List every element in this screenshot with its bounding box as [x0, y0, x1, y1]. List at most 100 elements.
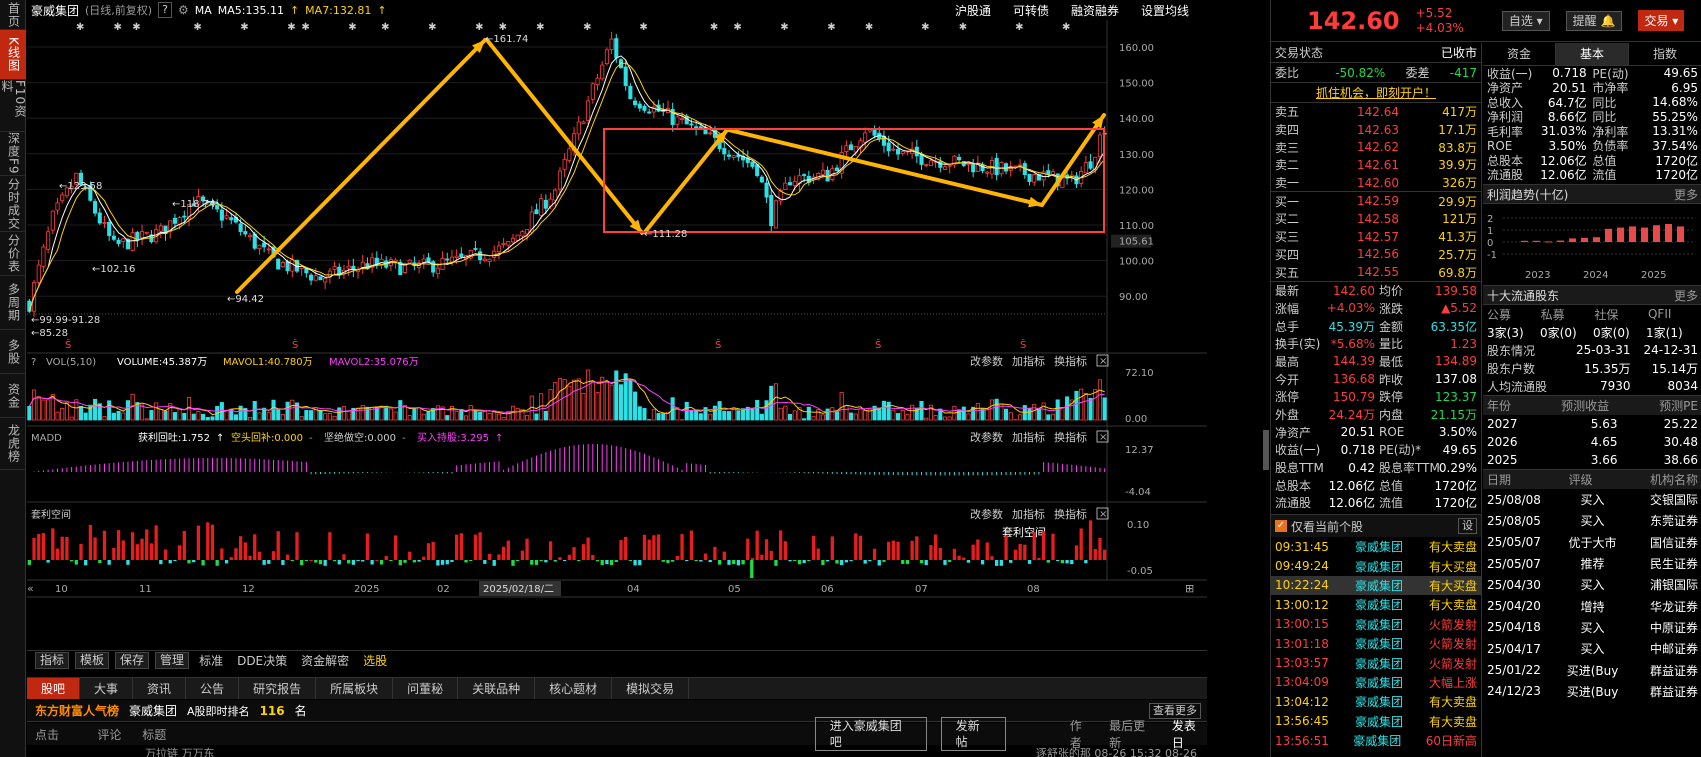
ticker-row[interactable]: 13:00:12 豪威集团 有大卖盘 — [1271, 595, 1481, 614]
nav-item-6[interactable]: 多周期 — [0, 276, 26, 330]
bid-row[interactable]: 买一 142.59 29.9万 — [1271, 192, 1481, 210]
event-marker[interactable]: Ŝ — [715, 338, 721, 351]
splitter-handle[interactable] — [1263, 430, 1269, 470]
fund-tab-0[interactable]: 资金 — [1483, 43, 1556, 65]
nav-item-2[interactable]: F10资料 — [0, 80, 27, 132]
arb_head-action-2[interactable]: 换指标 — [1054, 507, 1087, 521]
tab-7[interactable]: 关联品种 — [458, 678, 536, 699]
bid-row[interactable]: 买四 142.56 25.7万 — [1271, 246, 1481, 264]
expand-icon[interactable]: ⊞ — [1185, 582, 1194, 595]
nav-item-8[interactable]: 资金 — [0, 374, 26, 418]
toolbar-button-2[interactable]: 保存 — [115, 652, 150, 669]
post-row[interactable]: 万拉链 万万东 逐舒张的那 08-26 15:32 08-26 — [27, 745, 1207, 757]
toolbar-link-2[interactable]: 资金解密 — [297, 652, 353, 669]
madd_head-action-2[interactable]: 换指标 — [1054, 430, 1087, 444]
madd-pane[interactable] — [29, 444, 1106, 476]
event-marker[interactable]: Ŝ — [1020, 338, 1026, 351]
price-pane[interactable]: ✱ ✱ ✱ ✱ ✱ ✱ ✱ ✱ ✱ ✱ ✱ ✱ ✱ ✱ ✱ ✱ ✱ ✱ ✱ ✱ ✱ ✱ ✱ ✱←161.74←123.58←1… — [27, 22, 1107, 339]
arb_head-action-0[interactable]: 改参数 — [970, 507, 1003, 521]
close-icon[interactable]: × — [1099, 356, 1107, 367]
toolbar-link-0[interactable]: 标准 — [195, 652, 227, 669]
post-title[interactable]: 万拉链 万万东 — [145, 745, 215, 757]
ticker-row[interactable]: 13:00:15 豪威集团 火箭发射 — [1271, 615, 1481, 634]
trade-button[interactable]: 交易 ▾ — [1638, 10, 1685, 31]
rating-row[interactable]: 25/08/05 买入 东莞证券 — [1483, 510, 1701, 531]
header-link-0[interactable]: 沪股通 — [955, 2, 991, 19]
tab-3[interactable]: 公告 — [186, 678, 240, 699]
close-icon[interactable]: × — [1099, 432, 1107, 443]
ticker-row[interactable]: 13:04:12 豪威集团 有大卖盘 — [1271, 692, 1481, 711]
open-account-promo[interactable]: 抓住机会，即刻开户！ — [1271, 83, 1481, 103]
vol_head-action-1[interactable]: 加指标 — [1012, 354, 1045, 368]
tab-8[interactable]: 核心题材 — [535, 678, 613, 699]
ticker-row[interactable]: 09:49:24 豪威集团 有大买盘 — [1271, 556, 1481, 575]
event-marker[interactable]: Ŝ — [875, 338, 881, 351]
tab-1[interactable]: 大事 — [80, 678, 134, 699]
hot-stock[interactable]: 豪威集团 — [129, 702, 177, 719]
tab-2[interactable]: 资讯 — [133, 678, 187, 699]
toolbar-link-3[interactable]: 选股 — [359, 652, 391, 669]
ask-row[interactable]: 卖四 142.63 17.1万 — [1271, 121, 1481, 139]
vol_head-action-0[interactable]: 改参数 — [970, 354, 1003, 368]
checkbox-icon[interactable]: ✓ — [1275, 520, 1287, 532]
remind-button[interactable]: 提醒 🔔 — [1565, 10, 1623, 31]
toolbar-button-0[interactable]: 指标 — [35, 652, 70, 669]
kline-chart[interactable]: ✱ ✱ ✱ ✱ ✱ ✱ ✱ ✱ ✱ ✱ ✱ ✱ ✱ ✱ ✱ ✱ ✱ ✱ ✱ ✱ ✱ ✱ ✱ ✱←161.74←123.58←1… — [27, 20, 1207, 650]
nav-item-0[interactable]: 首页 — [0, 0, 26, 30]
fund-tab-1[interactable]: 基本 — [1556, 43, 1629, 65]
stock-name[interactable]: 豪威集团 — [31, 2, 79, 19]
bid-row[interactable]: 买二 142.58 121万 — [1271, 210, 1481, 228]
tab-6[interactable]: 问董秘 — [393, 678, 459, 699]
header-link-1[interactable]: 可转债 — [1013, 2, 1049, 19]
nav-item-3[interactable]: 深度F9 — [0, 132, 26, 176]
rating-row[interactable]: 25/04/18 买入 中原证券 — [1483, 617, 1701, 638]
rating-row[interactable]: 25/04/30 买入 浦银国际 — [1483, 574, 1701, 595]
event-marker[interactable]: Ŝ — [292, 338, 298, 351]
tab-9[interactable]: 模拟交易 — [612, 678, 690, 699]
ask-row[interactable]: 卖五 142.64 417万 — [1271, 103, 1481, 121]
header-link-3[interactable]: 设置均线 — [1141, 2, 1189, 19]
rating-row[interactable]: 25/04/20 增持 华龙证券 — [1483, 595, 1701, 616]
toolbar-button-3[interactable]: 管理 — [155, 652, 190, 669]
profit-more-link[interactable]: 更多 — [1674, 186, 1698, 203]
holders-more-link[interactable]: 更多 — [1674, 287, 1698, 304]
rating-row[interactable]: 25/04/17 买入 中邮证券 — [1483, 638, 1701, 659]
scroll-left-icon[interactable]: « — [27, 582, 34, 595]
close-icon[interactable]: × — [1099, 509, 1107, 520]
ask-row[interactable]: 卖一 142.60 326万 — [1271, 174, 1481, 192]
ticker-row[interactable]: 13:01:18 豪威集团 火箭发射 — [1271, 634, 1481, 653]
ask-row[interactable]: 卖二 142.61 39.9万 — [1271, 156, 1481, 174]
ticker-row[interactable]: 13:56:45 豪威集团 有大卖盘 — [1271, 712, 1481, 731]
ticker-row[interactable]: 13:04:09 豪威集团 大幅上涨 — [1271, 673, 1481, 692]
ticker-row[interactable]: 13:56:51 豪威集团 60日新高 — [1271, 731, 1481, 750]
vol_head-action-2[interactable]: 换指标 — [1054, 354, 1087, 368]
settings-button[interactable]: 设 — [1458, 518, 1477, 534]
arb_head-action-1[interactable]: 加指标 — [1012, 507, 1045, 521]
tab-4[interactable]: 研究报告 — [239, 678, 317, 699]
rating-row[interactable]: 25/08/08 买入 交银国际 — [1483, 489, 1701, 510]
rating-row[interactable]: 25/01/22 买进(Buy 群益证券 — [1483, 659, 1701, 680]
nav-item-5[interactable]: 分价表 — [0, 232, 26, 276]
only-current-checkbox[interactable]: ✓ 仅看当前个股 — [1275, 518, 1363, 535]
rating-row[interactable]: 24/12/23 买进(Buy 群益证券 — [1483, 681, 1701, 702]
hot-title[interactable]: 东方财富人气榜 — [35, 702, 119, 719]
bid-row[interactable]: 买三 142.57 41.3万 — [1271, 228, 1481, 246]
gear-icon[interactable]: ⚙ — [178, 3, 189, 17]
ticker-row[interactable]: 10:22:24 豪威集团 有大买盘 — [1271, 575, 1481, 596]
nav-item-4[interactable]: 分时成交 — [0, 176, 26, 232]
toolbar-button-1[interactable]: 模板 — [75, 652, 110, 669]
rating-row[interactable]: 25/05/07 优于大市 国信证券 — [1483, 532, 1701, 553]
header-link-2[interactable]: 融资融券 — [1071, 2, 1119, 19]
rating-row[interactable]: 25/05/07 推荐 民生证券 — [1483, 553, 1701, 574]
bid-row[interactable]: 买五 142.55 69.8万 — [1271, 263, 1481, 281]
madd_head-action-0[interactable]: 改参数 — [970, 430, 1003, 444]
nav-item-1[interactable]: K线图 — [0, 30, 26, 80]
ticker-row[interactable]: 09:31:45 豪威集团 有大卖盘 — [1271, 537, 1481, 556]
help-button[interactable]: ? — [158, 2, 172, 18]
volume-pane[interactable] — [27, 369, 1107, 421]
ticker-row[interactable]: 13:03:57 豪威集团 火箭发射 — [1271, 653, 1481, 672]
nav-item-7[interactable]: 多股 — [0, 330, 26, 374]
ask-row[interactable]: 卖三 142.62 83.8万 — [1271, 138, 1481, 156]
toolbar-link-1[interactable]: DDE决策 — [233, 652, 291, 669]
fund-tab-2[interactable]: 指数 — [1629, 43, 1701, 65]
